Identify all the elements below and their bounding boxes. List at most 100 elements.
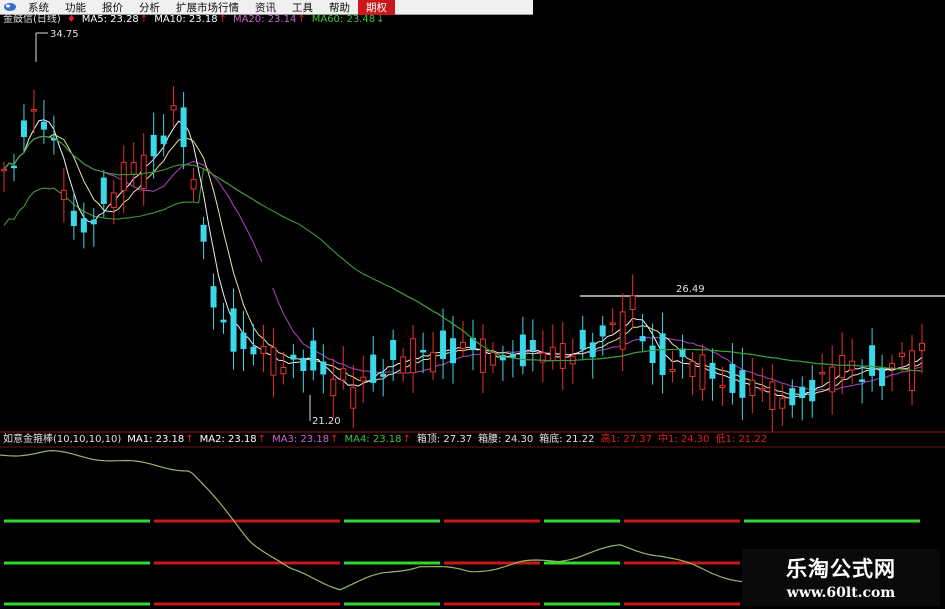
chart-title: 金鼓信(日线) — [3, 14, 61, 25]
menu-item-4[interactable]: 扩展市场行情 — [168, 0, 247, 15]
candle-up — [759, 387, 766, 391]
candle-up — [30, 109, 37, 112]
candle-down — [230, 308, 237, 352]
candle-down — [220, 319, 227, 323]
candle-down — [20, 120, 27, 138]
candle-up — [769, 381, 776, 411]
candle-down — [679, 348, 686, 357]
candle-down — [789, 388, 796, 406]
candle-down — [649, 345, 656, 364]
candle-up — [819, 371, 826, 375]
menu-item-8[interactable]: 期权 — [358, 0, 395, 15]
candle-down — [240, 332, 247, 350]
candle-down — [599, 325, 606, 337]
candle-down — [320, 361, 327, 375]
menu-item-3[interactable]: 分析 — [131, 0, 168, 15]
sub_panel-indicator-5: 箱腰: 24.30 — [478, 434, 534, 445]
candle-down — [739, 370, 746, 398]
candle-up — [669, 368, 676, 372]
candle-down — [390, 339, 397, 361]
candle-up — [899, 352, 906, 358]
sub_panel-indicator-3: MA4: 23.18 — [344, 434, 402, 445]
arrow-up-icon: ↑ — [330, 434, 339, 445]
candle-down — [290, 354, 297, 360]
menu-item-0[interactable]: 系统 — [20, 0, 57, 15]
sub_panel-indicator-6: 箱底: 21.22 — [539, 434, 595, 445]
candle-up — [110, 192, 117, 208]
candle-down — [200, 224, 207, 242]
candle-up — [410, 338, 417, 374]
menu-item-1[interactable]: 功能 — [57, 0, 94, 15]
candle-down — [160, 135, 167, 144]
sub_panel-indicator-9: 低1: 21.22 — [715, 434, 768, 445]
candle-up — [629, 295, 636, 310]
candle-up — [120, 161, 127, 191]
candle-up — [619, 311, 626, 350]
candle-down — [579, 329, 586, 350]
sub_panel-indicator-0: MA1: 23.18 — [127, 434, 185, 445]
arrow-up-icon: ↑ — [402, 434, 411, 445]
arrow-up-icon: ↑ — [185, 434, 194, 445]
candle-down — [150, 134, 157, 157]
arrow-up-icon: ↑ — [257, 434, 267, 445]
menu-item-5[interactable]: 资讯 — [247, 0, 284, 15]
candle-up — [60, 189, 67, 201]
candle-down — [529, 340, 536, 351]
app-logo-icon — [0, 1, 20, 13]
menu-item-2[interactable]: 报价 — [94, 0, 131, 15]
candle-up — [280, 367, 287, 375]
site-watermark: 乐淘公式网 www.60lt.com — [742, 549, 940, 606]
candle-up — [460, 341, 466, 349]
menu-bar: 系统 功能 报价 分析 扩展市场行情 资讯 工具 帮助 期权 — [0, 0, 533, 15]
main-indicator-header: 金鼓信(日线) ♦ MA5: 23.28 ↑ MA10: 23.18 ↑ MA20: 2… — [3, 14, 384, 26]
candle-down — [440, 330, 447, 359]
candle-up — [549, 346, 556, 362]
sub-indicator-header: 如意金箍棒(10,10,10,10) MA1: 23.18 ↑ MA2: 23.18… — [3, 434, 767, 446]
candle-down — [310, 340, 317, 371]
arrow-up-icon: ↑ — [218, 14, 227, 25]
candle-down — [40, 121, 47, 130]
candle-down — [639, 336, 646, 342]
candle-up — [919, 342, 925, 351]
candle-down — [180, 107, 187, 148]
candle-up — [260, 346, 267, 354]
arrow-down-icon: ↓ — [376, 14, 385, 25]
watermark-url: www.60lt.com — [786, 585, 896, 601]
candle-down — [70, 210, 77, 227]
price-up-arrow-icon: ♦ — [66, 14, 76, 25]
candle-down — [420, 349, 427, 353]
chart-mask-right — [533, 0, 945, 260]
candle-up — [430, 352, 437, 373]
candle-up — [829, 366, 836, 393]
candle-down — [879, 367, 886, 386]
candle-down — [10, 165, 17, 169]
arrow-up-icon: ↑ — [297, 14, 306, 25]
main_panel-indicator-2: MA20: 23.14 — [232, 14, 297, 25]
candle-down — [859, 379, 866, 382]
candle-up — [270, 347, 277, 376]
candle-down — [80, 218, 87, 233]
candle-up — [350, 387, 357, 409]
candle-down — [210, 286, 217, 308]
high-price-label: 34.75 — [50, 29, 79, 40]
candle-down — [380, 373, 387, 377]
candle-up — [190, 178, 197, 190]
sub-chart-title: 如意金箍棒(10,10,10,10) — [3, 434, 122, 445]
main_panel-indicator-3: MA60: 23.48 — [311, 14, 376, 25]
candle-up — [719, 384, 726, 389]
candle-up — [1, 168, 7, 172]
kline-chart[interactable]: 34.75 21.20 26.49 — [0, 0, 945, 609]
sub_panel-indicator-1: MA2: 23.18 — [199, 434, 257, 445]
candle-up — [479, 338, 486, 373]
low-price-label: 21.20 — [312, 416, 341, 427]
candle-up — [689, 361, 696, 377]
candle-up — [340, 368, 347, 381]
sub_panel-indicator-2: MA3: 23.18 — [272, 434, 330, 445]
candle-down — [300, 357, 307, 372]
arrow-up-icon: ↑ — [139, 14, 149, 25]
price-tag-label: 26.49 — [676, 284, 705, 295]
menu-item-6[interactable]: 工具 — [284, 0, 321, 15]
candle-down — [659, 333, 666, 376]
candle-down — [90, 219, 97, 225]
menu-item-7[interactable]: 帮助 — [321, 0, 358, 15]
